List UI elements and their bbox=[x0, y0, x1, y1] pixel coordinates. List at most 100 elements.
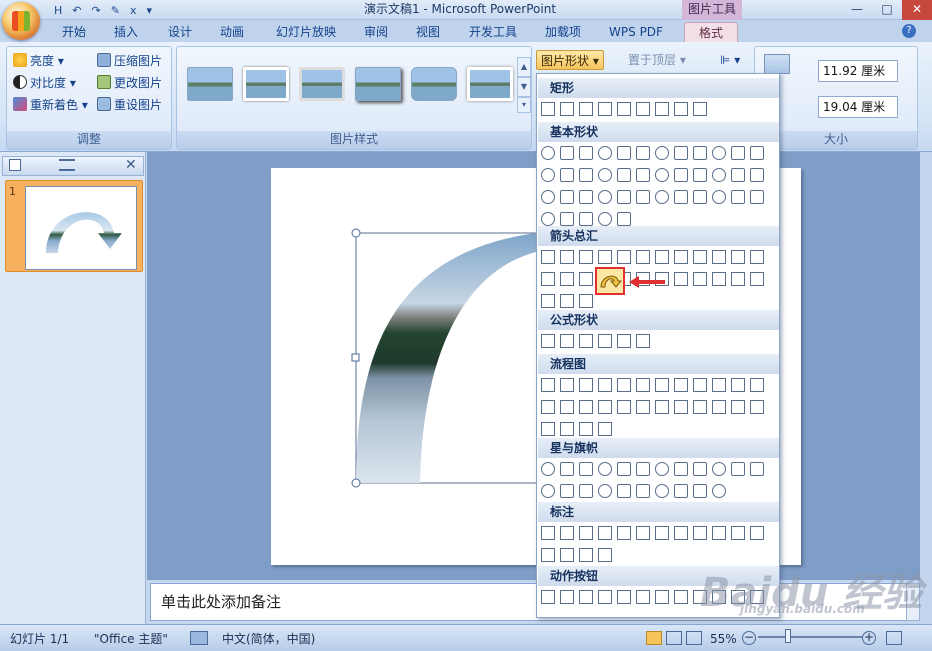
shape-option[interactable] bbox=[731, 168, 745, 182]
slide-sorter-view-icon[interactable] bbox=[666, 631, 682, 645]
brightness-button[interactable]: 亮度 ▾ bbox=[13, 51, 64, 71]
shape-option[interactable] bbox=[579, 334, 593, 348]
shape-option[interactable] bbox=[541, 250, 555, 264]
shape-option[interactable] bbox=[579, 168, 593, 182]
shape-option[interactable] bbox=[655, 250, 669, 264]
shape-option[interactable] bbox=[731, 146, 745, 160]
picture-shape-button[interactable]: 图片形状 ▾ bbox=[536, 50, 604, 70]
crop-icon[interactable] bbox=[764, 54, 790, 74]
shape-option[interactable] bbox=[674, 190, 688, 204]
shape-option[interactable] bbox=[598, 548, 612, 562]
tab-wps-pdf[interactable]: WPS PDF bbox=[600, 22, 672, 42]
shape-option[interactable] bbox=[560, 400, 574, 414]
shape-option[interactable] bbox=[712, 168, 726, 182]
tab-developer[interactable]: 开发工具 bbox=[460, 22, 526, 42]
shape-option[interactable] bbox=[598, 146, 612, 160]
shape-option[interactable] bbox=[712, 146, 726, 160]
shape-option[interactable] bbox=[598, 102, 612, 116]
shape-option[interactable] bbox=[655, 462, 669, 476]
shape-option[interactable] bbox=[693, 484, 707, 498]
styles-scroll-down[interactable]: ▼ bbox=[517, 77, 531, 97]
shape-option[interactable] bbox=[560, 422, 574, 436]
shape-option[interactable] bbox=[636, 102, 650, 116]
shape-option[interactable] bbox=[560, 526, 574, 540]
zoom-in-icon[interactable]: + bbox=[862, 631, 876, 645]
shape-option[interactable] bbox=[655, 190, 669, 204]
shape-option[interactable] bbox=[560, 190, 574, 204]
shape-option[interactable] bbox=[541, 590, 555, 604]
shape-option[interactable] bbox=[598, 250, 612, 264]
shape-option[interactable] bbox=[579, 250, 593, 264]
shape-option[interactable] bbox=[560, 378, 574, 392]
shape-option[interactable] bbox=[636, 484, 650, 498]
shape-option[interactable] bbox=[655, 168, 669, 182]
shape-option[interactable] bbox=[731, 250, 745, 264]
spellcheck-icon[interactable] bbox=[190, 631, 208, 645]
shape-option[interactable] bbox=[693, 400, 707, 414]
shape-option[interactable] bbox=[579, 462, 593, 476]
customize-qat-icon[interactable]: ▾ bbox=[146, 4, 152, 17]
shape-option[interactable] bbox=[541, 168, 555, 182]
shape-option[interactable] bbox=[617, 146, 631, 160]
shape-option[interactable] bbox=[750, 250, 764, 264]
shape-option[interactable] bbox=[750, 168, 764, 182]
tab-slideshow[interactable]: 幻灯片放映 bbox=[266, 22, 346, 42]
shape-option[interactable] bbox=[731, 190, 745, 204]
shape-option[interactable] bbox=[598, 190, 612, 204]
shape-option[interactable] bbox=[712, 250, 726, 264]
shape-option[interactable] bbox=[674, 484, 688, 498]
shape-option[interactable] bbox=[598, 378, 612, 392]
change-picture-button[interactable]: 更改图片 bbox=[97, 73, 162, 93]
shape-option[interactable] bbox=[674, 526, 688, 540]
shape-option[interactable] bbox=[655, 484, 669, 498]
shape-option[interactable] bbox=[655, 526, 669, 540]
shape-option[interactable] bbox=[655, 590, 669, 604]
shape-option[interactable] bbox=[655, 378, 669, 392]
height-input[interactable]: 11.92 厘米 bbox=[818, 60, 898, 82]
curved-arrow-shape-highlighted[interactable] bbox=[595, 267, 625, 295]
tab-addins[interactable]: 加载项 bbox=[536, 22, 590, 42]
shape-option[interactable] bbox=[617, 168, 631, 182]
width-input[interactable]: 19.04 厘米 bbox=[818, 96, 898, 118]
shape-option[interactable] bbox=[693, 190, 707, 204]
shape-option[interactable] bbox=[731, 462, 745, 476]
tab-format[interactable]: 格式 bbox=[684, 22, 738, 42]
shape-option[interactable] bbox=[617, 462, 631, 476]
minimize-button[interactable]: — bbox=[842, 0, 872, 20]
picture-style-3[interactable] bbox=[299, 67, 345, 101]
shape-option[interactable] bbox=[693, 146, 707, 160]
shape-option[interactable] bbox=[636, 526, 650, 540]
tab-design[interactable]: 设计 bbox=[158, 22, 202, 42]
shape-option[interactable] bbox=[674, 250, 688, 264]
shape-option[interactable] bbox=[560, 590, 574, 604]
slideshow-view-icon[interactable] bbox=[686, 631, 702, 645]
shape-option[interactable] bbox=[598, 168, 612, 182]
picture-style-4[interactable] bbox=[355, 67, 401, 101]
shape-option[interactable] bbox=[750, 190, 764, 204]
shape-option[interactable] bbox=[693, 462, 707, 476]
shape-option[interactable] bbox=[731, 400, 745, 414]
styles-more[interactable]: ▾ bbox=[517, 97, 531, 113]
shape-option[interactable] bbox=[636, 168, 650, 182]
shape-option[interactable] bbox=[560, 548, 574, 562]
shape-option[interactable] bbox=[674, 146, 688, 160]
shape-option[interactable] bbox=[579, 526, 593, 540]
bring-to-front-button[interactable]: 置于顶层 ▾ bbox=[628, 50, 686, 70]
shape-option[interactable] bbox=[560, 272, 574, 286]
shape-option[interactable] bbox=[560, 334, 574, 348]
shape-option[interactable] bbox=[693, 526, 707, 540]
shape-option[interactable] bbox=[541, 294, 555, 308]
shape-option[interactable] bbox=[712, 272, 726, 286]
shape-option[interactable] bbox=[598, 400, 612, 414]
outline-tab-icon[interactable] bbox=[59, 159, 75, 171]
shape-option[interactable] bbox=[693, 272, 707, 286]
shape-option[interactable] bbox=[579, 272, 593, 286]
shape-option[interactable] bbox=[693, 168, 707, 182]
shape-option[interactable] bbox=[750, 526, 764, 540]
shape-option[interactable] bbox=[712, 400, 726, 414]
shape-option[interactable] bbox=[579, 212, 593, 226]
contrast-button[interactable]: 对比度 ▾ bbox=[13, 73, 76, 93]
close-button[interactable]: ✕ bbox=[902, 0, 932, 20]
shape-option[interactable] bbox=[636, 250, 650, 264]
shape-option[interactable] bbox=[617, 190, 631, 204]
